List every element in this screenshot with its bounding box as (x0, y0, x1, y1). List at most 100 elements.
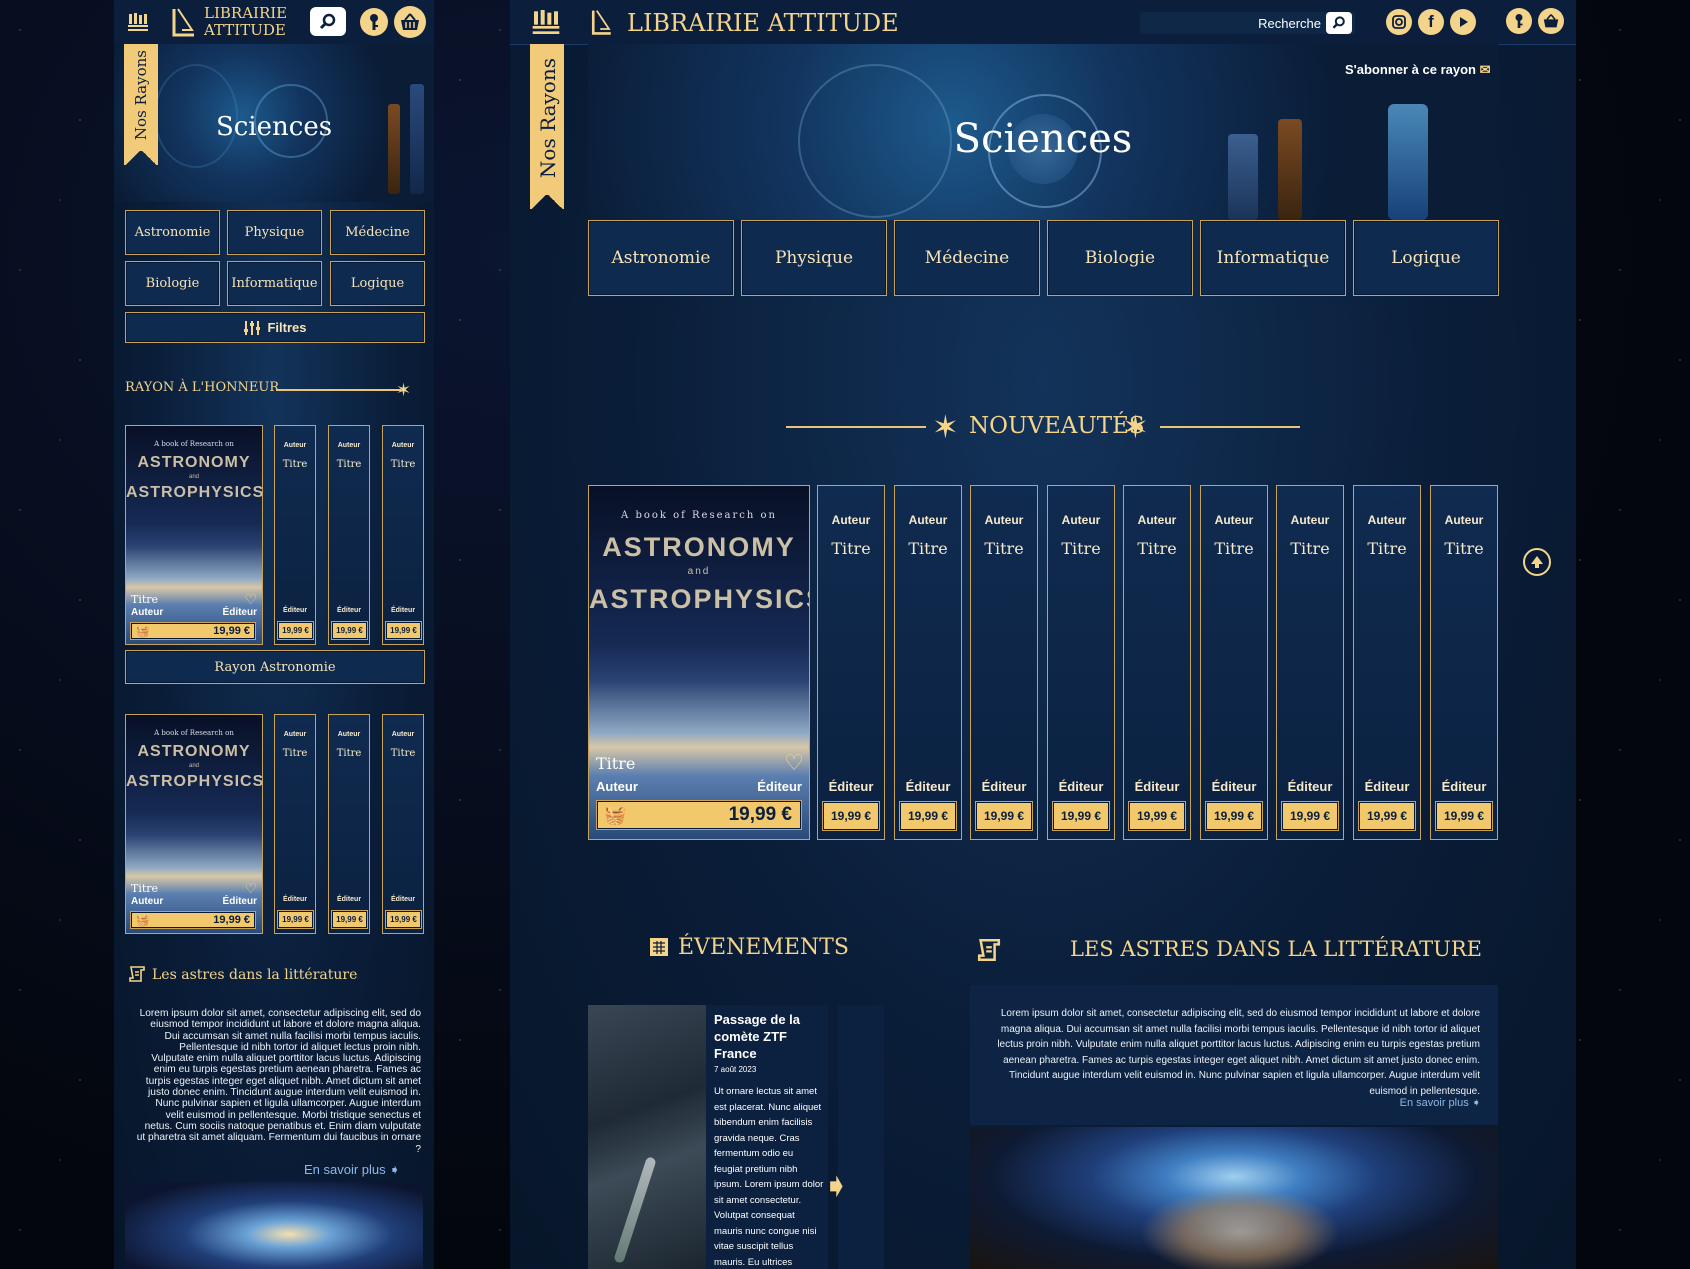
price-tag[interactable]: 19,99 € (1053, 802, 1109, 830)
rayon-astronomie-button[interactable]: Rayon Astronomie (125, 650, 425, 684)
book-spine[interactable]: Auteur Titre Éditeur 19,99 € (1353, 485, 1421, 840)
account-key-icon[interactable] (1506, 8, 1532, 34)
basket-icon[interactable] (394, 6, 426, 38)
featured-book-cover[interactable]: A book of Research on ASTRONOMY and ASTR… (125, 714, 263, 934)
sliders-icon (244, 320, 261, 335)
youtube-icon[interactable] (1450, 9, 1476, 35)
price-tag[interactable]: 19,99 € (1129, 802, 1185, 830)
brand-logo-icon[interactable] (168, 6, 200, 38)
price-tag[interactable]: 19,99 € (976, 802, 1032, 830)
read-more-link[interactable]: En savoir plus ➧ (304, 1162, 400, 1178)
subscribe-link[interactable]: S'abonner à ce rayon ✉ (1345, 62, 1491, 78)
mobile-header: LIBRAIRIE ATTITUDE (114, 0, 434, 45)
heart-icon[interactable]: ♡ (244, 591, 257, 608)
nos-rayons-ribbon[interactable]: Nos Rayons (124, 44, 158, 165)
category-logique[interactable]: Logique (330, 261, 425, 306)
featured-book-cover[interactable]: A book of Research on ASTRONOMY and ASTR… (588, 485, 810, 840)
price-tag[interactable]: 19,99 € (1436, 802, 1492, 830)
arrow-right-icon[interactable]: ➧ (822, 1166, 851, 1206)
book-author: Auteur (131, 607, 164, 618)
price-tag[interactable]: 19,99 € (900, 802, 956, 830)
book-spine[interactable]: Auteur Titre Éditeur 19,99 € (328, 714, 370, 934)
search-bar[interactable]: Recherche (1140, 12, 1355, 34)
bookshelf-menu-icon[interactable] (126, 10, 150, 34)
filters-button[interactable]: Filtres (125, 312, 425, 343)
desktop-header: LIBRAIRIE ATTITUDE Recherche f (510, 0, 1576, 45)
book-spine[interactable]: Auteur Titre Éditeur 19,99 € (274, 425, 316, 645)
book-spine[interactable]: Auteur Titre Éditeur 19,99 € (382, 425, 424, 645)
add-to-cart-button[interactable]: 🧺 19,99 € (597, 801, 801, 829)
price-tag[interactable]: 19,99 € (1359, 802, 1415, 830)
account-key-icon[interactable] (360, 8, 388, 36)
star-ornament-icon: ✶ (932, 409, 959, 445)
category-informatique[interactable]: Informatique (1200, 220, 1346, 296)
book-spine[interactable]: Auteur Titre Éditeur 19,99 € (274, 714, 316, 934)
book-publisher: Éditeur (757, 779, 802, 794)
basket-icon[interactable] (1538, 8, 1564, 34)
price-tag[interactable]: 19,99 € (1282, 802, 1338, 830)
star-ornament-icon: ✶ (396, 380, 412, 400)
category-biologie[interactable]: Biologie (125, 261, 220, 306)
featured-heading: RAYON À L'HONNEUR (125, 380, 280, 395)
desktop-view: LIBRAIRIE ATTITUDE Recherche f Sciences (510, 0, 1576, 1269)
price-tag[interactable]: 19,99 € (386, 911, 421, 928)
read-more-link[interactable]: En savoir plus ➧ (1400, 1096, 1481, 1109)
add-to-cart-button[interactable]: 🧺 19,99 € (131, 912, 255, 928)
book-spine[interactable]: Auteur Titre Éditeur 19,99 € (970, 485, 1038, 840)
add-to-cart-button[interactable]: 🧺 19,99 € (131, 623, 255, 639)
book-spine[interactable]: Auteur Titre Éditeur 19,99 € (1200, 485, 1268, 840)
brand-line-1: LIBRAIRIE (204, 4, 288, 22)
event-card-next[interactable] (838, 1005, 884, 1269)
brand-logo-icon[interactable] (588, 8, 616, 36)
book-spine[interactable]: Auteur Titre Éditeur 19,99 € (1123, 485, 1191, 840)
scroll-icon (975, 936, 1003, 964)
mobile-hero-banner: Sciences (114, 44, 434, 202)
book-spine[interactable]: Auteur Titre Éditeur 19,99 € (894, 485, 962, 840)
nos-rayons-ribbon[interactable]: Nos Rayons (530, 44, 564, 209)
event-card[interactable]: Passage de la comète ZTF France 7 août 2… (588, 1005, 828, 1269)
calendar-icon (647, 935, 671, 959)
cover-subtitle: A book of Research on (154, 729, 234, 737)
search-button[interactable] (1326, 12, 1352, 34)
book-spine[interactable]: Auteur Titre Éditeur 19,99 € (1047, 485, 1115, 840)
price-tag[interactable]: 19,99 € (332, 911, 367, 928)
category-biologie[interactable]: Biologie (1047, 220, 1193, 296)
category-physique[interactable]: Physique (227, 210, 322, 255)
cover-title-1: ASTRONOMY (137, 743, 251, 760)
category-medecine[interactable]: Médecine (330, 210, 425, 255)
price-tag[interactable]: 19,99 € (278, 622, 313, 639)
price-tag[interactable]: 19,99 € (1206, 802, 1262, 830)
price-tag[interactable]: 19,99 € (823, 802, 879, 830)
featured-book-cover[interactable]: A book of Research on ASTRONOMY and ASTR… (125, 425, 263, 645)
category-informatique[interactable]: Informatique (227, 261, 322, 306)
category-astronomie[interactable]: Astronomie (125, 210, 220, 255)
book-spine[interactable]: Auteur Titre Éditeur 19,99 € (817, 485, 885, 840)
literature-body: Lorem ipsum dolor sit amet, consectetur … (136, 1008, 421, 1155)
heart-icon[interactable]: ♡ (784, 750, 804, 776)
heart-icon[interactable]: ♡ (244, 880, 257, 897)
price-tag[interactable]: 19,99 € (278, 911, 313, 928)
brand-name[interactable]: LIBRAIRIE ATTITUDE (204, 5, 287, 39)
bookshelf-menu-icon[interactable] (530, 6, 562, 38)
book-spine[interactable]: Auteur Titre Éditeur 19,99 € (1276, 485, 1344, 840)
hero-title: Sciences (215, 112, 333, 142)
book-spine[interactable]: Auteur Titre Éditeur 19,99 € (1430, 485, 1498, 840)
category-medecine[interactable]: Médecine (894, 220, 1040, 296)
nos-rayons-label: Nos Rayons (132, 50, 150, 141)
book-spine[interactable]: Auteur Titre Éditeur 19,99 € (382, 714, 424, 934)
search-button[interactable] (310, 7, 346, 36)
price-tag[interactable]: 19,99 € (386, 622, 421, 639)
literature-heading: LES ASTRES DANS LA LITTÉRATURE (1070, 937, 1482, 961)
category-astronomie[interactable]: Astronomie (588, 220, 734, 296)
book-publisher: Éditeur (222, 607, 257, 618)
price-tag[interactable]: 19,99 € (332, 622, 367, 639)
category-logique[interactable]: Logique (1353, 220, 1499, 296)
hero-title: Sciences (953, 116, 1133, 162)
instagram-icon[interactable] (1386, 9, 1412, 35)
category-physique[interactable]: Physique (741, 220, 887, 296)
book-spine[interactable]: Auteur Titre Éditeur 19,99 € (328, 425, 370, 645)
cover-title-2: ASTROPHYSICS (126, 484, 263, 501)
facebook-icon[interactable]: f (1418, 9, 1444, 35)
brand-name[interactable]: LIBRAIRIE ATTITUDE (627, 9, 899, 37)
scroll-top-icon[interactable] (1523, 548, 1551, 576)
